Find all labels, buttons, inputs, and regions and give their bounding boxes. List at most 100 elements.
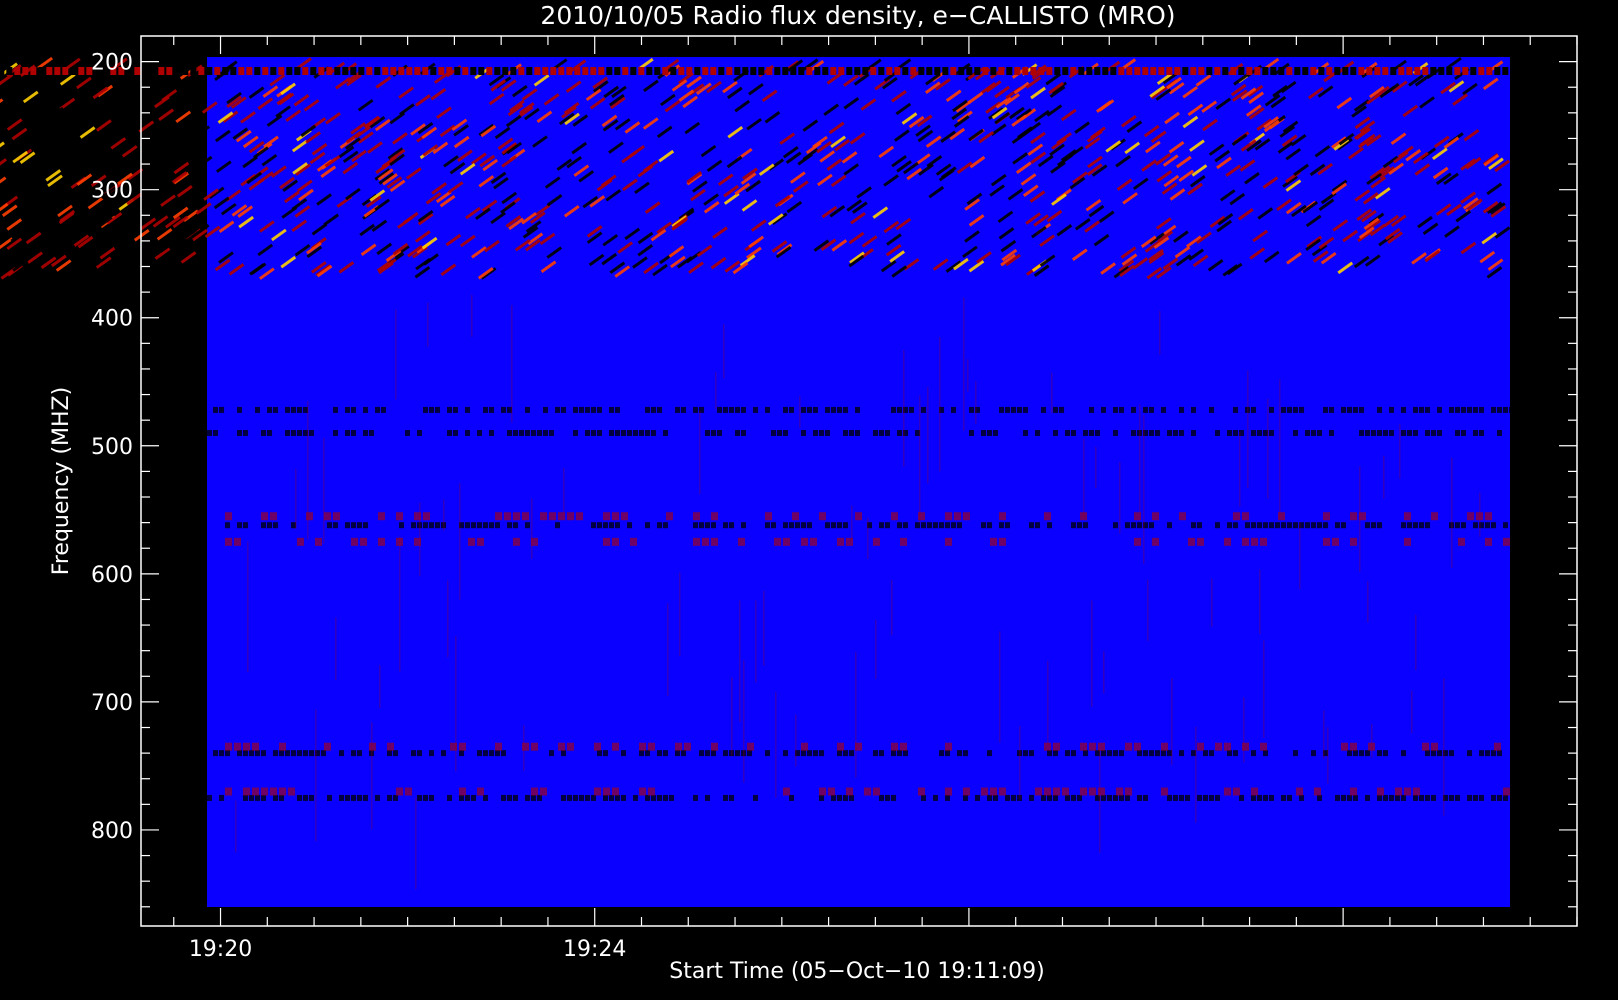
dark-row-segment	[1347, 794, 1352, 801]
dark-row-segment	[1095, 429, 1100, 436]
dark-row-segment	[1179, 750, 1184, 757]
red-row-segment	[270, 787, 277, 796]
dark-row-segment	[597, 429, 602, 436]
dark-row-segment	[1455, 406, 1460, 413]
dark-row-segment	[663, 750, 668, 757]
top-band-dash	[1358, 67, 1365, 75]
top-band-dash	[566, 67, 573, 75]
red-row-segment	[459, 787, 466, 796]
dark-row-segment	[297, 406, 302, 413]
dark-row-segment	[1413, 522, 1418, 529]
red-row-segment	[1215, 742, 1222, 751]
red-row-segment	[801, 742, 808, 751]
top-band-dash	[14, 67, 21, 75]
dark-row-segment	[1137, 794, 1142, 801]
dark-row-segment	[1371, 429, 1376, 436]
dark-row-segment	[879, 794, 884, 801]
dark-row-segment	[705, 522, 710, 529]
top-band-dash	[598, 67, 605, 75]
top-band-dash	[1190, 67, 1197, 75]
dark-row-segment	[819, 429, 824, 436]
top-band-dash	[54, 67, 61, 75]
dark-row-segment	[1215, 794, 1220, 801]
texture-streak	[755, 600, 757, 683]
red-row-segment	[1134, 742, 1141, 751]
dark-row-segment	[1191, 522, 1196, 529]
top-band-dash	[742, 67, 749, 75]
dark-row-segment	[1287, 406, 1292, 413]
red-row-segment	[225, 537, 232, 546]
dark-row-segment	[717, 429, 722, 436]
dark-row-segment	[387, 750, 392, 757]
dark-row-segment	[609, 794, 614, 801]
dark-row-segment	[1053, 794, 1058, 801]
dark-row-segment	[1107, 750, 1112, 757]
x-tick-label: 19:20	[189, 937, 252, 962]
red-row-segment	[873, 787, 880, 796]
dark-row-segment	[1023, 750, 1028, 757]
texture-streak	[1299, 522, 1301, 590]
dark-row-segment	[459, 794, 464, 801]
dark-row-segment	[549, 750, 554, 757]
red-row-segment	[234, 537, 241, 546]
dark-row-segment	[693, 522, 698, 529]
dark-row-segment	[681, 750, 686, 757]
dark-row-segment	[297, 429, 302, 436]
top-band-dash	[1094, 67, 1101, 75]
dark-row-segment	[1137, 522, 1142, 529]
dark-row-segment	[417, 429, 422, 436]
texture-streak	[731, 677, 733, 757]
dark-row-segment	[435, 522, 440, 529]
top-band-dash	[518, 67, 525, 75]
y-tick-label: 300	[91, 179, 133, 204]
top-band-dash	[1342, 67, 1349, 75]
dark-row-segment	[345, 522, 350, 529]
red-row-segment	[1053, 742, 1060, 751]
dark-row-segment	[1353, 750, 1358, 757]
dark-row-segment	[945, 750, 950, 757]
dark-row-segment	[957, 750, 962, 757]
dark-row-segment	[1407, 429, 1412, 436]
dark-row-segment	[705, 750, 710, 757]
dark-row-segment	[1437, 429, 1442, 436]
red-row-segment	[846, 787, 853, 796]
red-row-segment	[792, 512, 799, 521]
top-band-dash	[678, 67, 685, 75]
dark-row-segment	[213, 429, 218, 436]
texture-streak	[443, 499, 445, 531]
top-band-dash	[1470, 67, 1477, 75]
top-band-dash	[1390, 67, 1397, 75]
dark-row-segment	[261, 750, 266, 757]
dark-row-segment	[1467, 406, 1472, 413]
dark-row-segment	[681, 406, 686, 413]
dark-row-segment	[1299, 406, 1304, 413]
red-row-segment	[819, 512, 826, 521]
dark-row-segment	[753, 406, 758, 413]
red-row-segment	[423, 512, 430, 521]
dark-row-segment	[1125, 794, 1130, 801]
dark-row-segment	[1305, 429, 1310, 436]
y-tick-label: 800	[91, 819, 133, 844]
top-band-dash	[1494, 67, 1501, 75]
dark-row-segment	[1359, 406, 1364, 413]
dark-row-segment	[1485, 750, 1490, 757]
dark-row-segment	[825, 429, 830, 436]
dark-row-segment	[1065, 750, 1070, 757]
red-row-segment	[783, 787, 790, 796]
dark-row-segment	[1359, 429, 1364, 436]
red-row-segment	[1404, 537, 1411, 546]
dark-row-segment	[675, 750, 680, 757]
dark-row-segment	[1377, 750, 1382, 757]
dark-row-segment	[1119, 794, 1124, 801]
dark-row-segment	[1365, 429, 1370, 436]
texture-streak	[851, 505, 853, 541]
dark-row-segment	[579, 794, 584, 801]
dark-row-segment	[1215, 429, 1220, 436]
top-band-dash	[1102, 67, 1109, 75]
dark-row-segment	[609, 429, 614, 436]
red-row-segment	[594, 742, 601, 751]
top-band-dash	[1246, 67, 1253, 75]
red-row-segment	[963, 512, 970, 521]
dark-row-segment	[1431, 794, 1436, 801]
red-row-segment	[324, 512, 331, 521]
